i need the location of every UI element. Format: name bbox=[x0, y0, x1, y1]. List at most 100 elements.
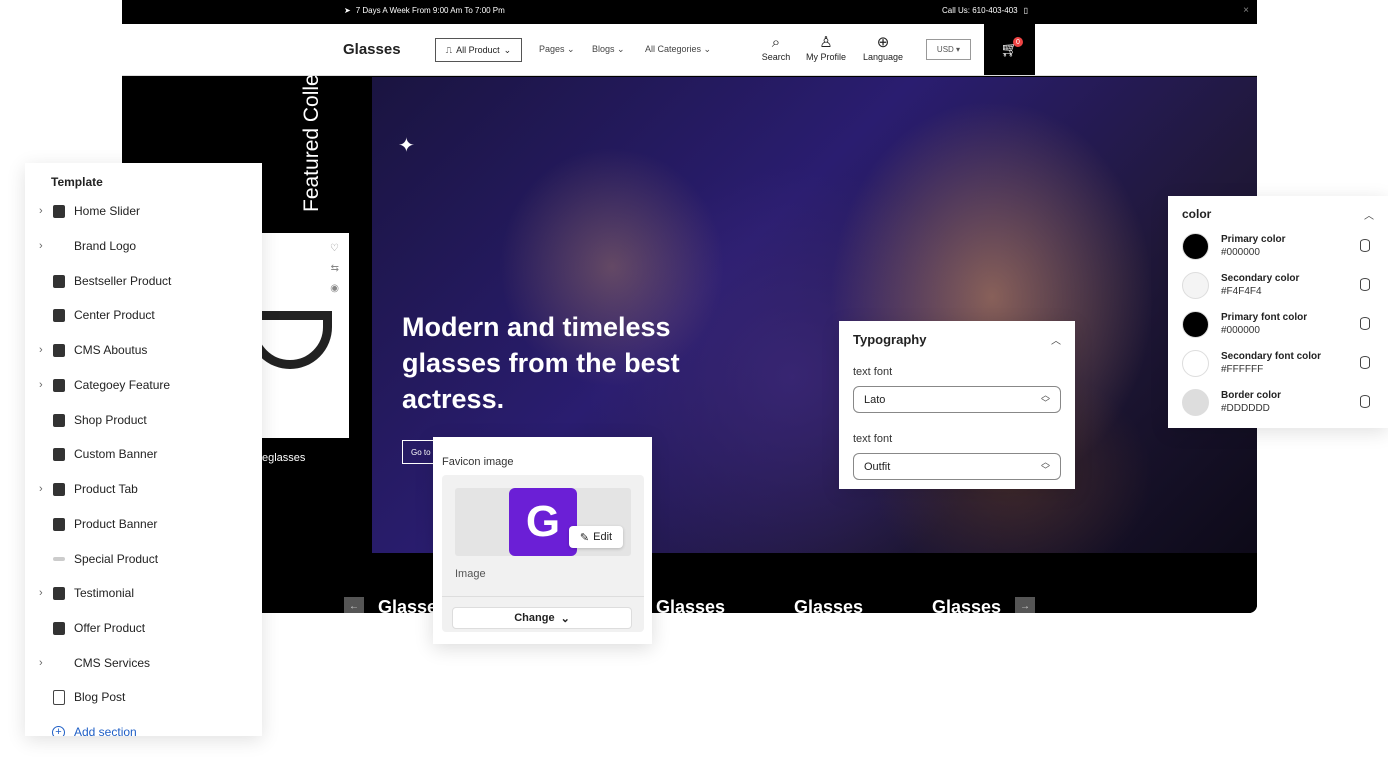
call-us-text: Call Us: 610-403-403 bbox=[942, 6, 1018, 15]
color-name: Secondary font color bbox=[1221, 351, 1322, 362]
template-item-product-tab[interactable]: › Product Tab bbox=[25, 479, 262, 499]
favicon-box: G ✎ Edit Image Change ⌄ bbox=[442, 475, 644, 632]
template-item-cms-services[interactable]: › CMS Services bbox=[25, 653, 262, 673]
cart-button[interactable]: 🛒︎ 0 bbox=[984, 24, 1035, 75]
edit-label: Edit bbox=[593, 531, 613, 543]
chevron-right-icon[interactable]: › bbox=[39, 344, 43, 356]
store-logo[interactable]: Glasses bbox=[343, 41, 401, 58]
color-name: Primary font color bbox=[1221, 312, 1308, 323]
sparkle-icon: ✦ bbox=[398, 135, 415, 157]
text-font-select[interactable]: Outfit ︿ ﹀ bbox=[853, 453, 1061, 480]
chevron-right-icon[interactable]: › bbox=[39, 657, 43, 669]
currency-select[interactable]: USD ▾ bbox=[926, 39, 971, 60]
nav-link-blogs-label: Blogs bbox=[592, 44, 615, 54]
template-item-blog-post[interactable]: Blog Post bbox=[25, 687, 262, 707]
section-thumbnail bbox=[53, 447, 65, 461]
database-icon[interactable] bbox=[1360, 317, 1370, 330]
color-swatch[interactable] bbox=[1182, 389, 1209, 416]
nav-link-categories[interactable]: All Categories ⌄ bbox=[645, 44, 711, 55]
text-font-value: Outfit bbox=[864, 460, 891, 473]
section-thumbnail bbox=[53, 482, 65, 496]
chevron-up-icon[interactable]: ︿ bbox=[1364, 207, 1374, 222]
color-name: Primary color bbox=[1221, 234, 1286, 245]
template-item-label: Product Banner bbox=[74, 517, 158, 531]
color-row-primary[interactable]: Primary color #000000 bbox=[1168, 232, 1388, 262]
prev-arrow-icon[interactable]: ← bbox=[344, 597, 364, 613]
nav-link-blogs[interactable]: Blogs ⌄ bbox=[592, 44, 625, 55]
color-row-primary-font[interactable]: Primary font color #000000 bbox=[1168, 310, 1388, 340]
chevron-right-icon[interactable]: › bbox=[39, 205, 43, 217]
template-item-cms-aboutus[interactable]: › CMS Aboutus bbox=[25, 340, 262, 360]
chevron-right-icon[interactable]: › bbox=[39, 483, 43, 495]
search-icon: ⌕ bbox=[771, 34, 781, 51]
template-item-home-slider[interactable]: › Home Slider bbox=[25, 201, 262, 221]
template-item-bestseller-product[interactable]: Bestseller Product bbox=[25, 271, 262, 291]
template-item-offer-product[interactable]: Offer Product bbox=[25, 618, 262, 638]
chevron-right-icon[interactable]: › bbox=[39, 587, 43, 599]
color-row-secondary-font[interactable]: Secondary font color #FFFFFF bbox=[1168, 349, 1388, 379]
all-product-button[interactable]: ⎍ All Product ⌄ bbox=[435, 38, 522, 62]
text-font-value: Lato bbox=[864, 393, 886, 406]
section-thumbnail bbox=[53, 517, 65, 531]
color-hex: #FFFFFF bbox=[1221, 364, 1264, 375]
database-icon[interactable] bbox=[1360, 239, 1370, 252]
divider bbox=[442, 596, 644, 597]
featured-product-card[interactable]: ♡ ⇆ ◉ bbox=[248, 233, 349, 438]
text-font-label: text font bbox=[853, 366, 893, 378]
color-panel: color ︿ Primary color #000000 Secondary … bbox=[1168, 196, 1388, 428]
store-hours: ➤ 7 Days A Week From 9:00 Am To 7:00 Pm bbox=[344, 6, 505, 15]
compare-icon[interactable]: ⇆ bbox=[331, 263, 339, 274]
template-item-label: Offer Product bbox=[74, 621, 146, 635]
chevron-up-icon[interactable]: ︿ bbox=[1051, 332, 1061, 347]
typography-panel: Typography ︿ text font Lato ︿ ﹀ text font… bbox=[839, 321, 1075, 489]
section-thumbnail bbox=[53, 621, 65, 635]
template-item-category-feature[interactable]: › Categoey Feature bbox=[25, 375, 262, 395]
all-product-label: All Product bbox=[456, 45, 500, 55]
template-item-custom-banner[interactable]: Custom Banner bbox=[25, 444, 262, 464]
template-item-shop-product[interactable]: Shop Product bbox=[25, 410, 262, 430]
profile-button[interactable]: ♙ My Profile bbox=[801, 34, 851, 62]
database-icon[interactable] bbox=[1360, 395, 1370, 408]
database-icon[interactable] bbox=[1360, 356, 1370, 369]
color-row-border[interactable]: Border color #DDDDDD bbox=[1168, 388, 1388, 418]
close-announcement-icon[interactable]: × bbox=[1243, 5, 1249, 16]
color-swatch[interactable] bbox=[1182, 350, 1209, 377]
template-item-special-product[interactable]: Special Product bbox=[25, 549, 262, 569]
chevron-right-icon[interactable]: › bbox=[39, 240, 43, 252]
template-item-product-banner[interactable]: Product Banner bbox=[25, 514, 262, 534]
color-hex: #DDDDDD bbox=[1221, 403, 1270, 414]
color-row-secondary[interactable]: Secondary color #F4F4F4 bbox=[1168, 271, 1388, 301]
featured-collection-text: Featured Collection bbox=[300, 29, 323, 212]
text-font-select[interactable]: Lato ︿ ﹀ bbox=[853, 386, 1061, 413]
favicon-preview: G ✎ Edit bbox=[455, 488, 631, 556]
template-item-label: Testimonial bbox=[74, 586, 135, 600]
change-favicon-button[interactable]: Change ⌄ bbox=[452, 607, 632, 629]
template-item-center-product[interactable]: Center Product bbox=[25, 305, 262, 325]
template-item-label: CMS Aboutus bbox=[74, 343, 148, 357]
search-button[interactable]: ⌕ Search bbox=[751, 34, 801, 62]
template-panel: Template › Home Slider › Brand Logo Best… bbox=[25, 163, 262, 736]
quick-view-icon[interactable]: ◉ bbox=[330, 283, 339, 294]
chevron-right-icon[interactable]: › bbox=[39, 379, 43, 391]
section-thumbnail bbox=[53, 557, 65, 561]
color-swatch[interactable] bbox=[1182, 233, 1209, 260]
template-item-testimonial[interactable]: › Testimonial bbox=[25, 583, 262, 603]
color-name: Border color bbox=[1221, 390, 1282, 401]
next-arrow-icon[interactable]: → bbox=[1015, 597, 1035, 613]
color-swatch[interactable] bbox=[1182, 311, 1209, 338]
color-swatch[interactable] bbox=[1182, 272, 1209, 299]
main-navbar: Glasses ⎍ All Product ⌄ Pages ⌄ Blogs ⌄ … bbox=[122, 24, 1257, 76]
section-thumbnail bbox=[53, 274, 65, 288]
nav-link-pages[interactable]: Pages ⌄ bbox=[539, 44, 575, 55]
add-section-button[interactable]: + Add section bbox=[25, 722, 262, 736]
edit-favicon-button[interactable]: ✎ Edit bbox=[569, 526, 623, 548]
color-hex: #F4F4F4 bbox=[1221, 286, 1262, 297]
featured-collection-title: Featured Collection bbox=[272, 29, 332, 212]
template-item-brand-logo[interactable]: › Brand Logo bbox=[25, 236, 262, 256]
template-item-label: Product Tab bbox=[74, 482, 138, 496]
language-button[interactable]: ⊕ Language bbox=[858, 34, 908, 62]
wishlist-icon[interactable]: ♡ bbox=[330, 243, 339, 254]
database-icon[interactable] bbox=[1360, 278, 1370, 291]
announcement-bar: ➤ 7 Days A Week From 9:00 Am To 7:00 Pm … bbox=[122, 0, 1257, 24]
change-label: Change bbox=[514, 612, 555, 624]
